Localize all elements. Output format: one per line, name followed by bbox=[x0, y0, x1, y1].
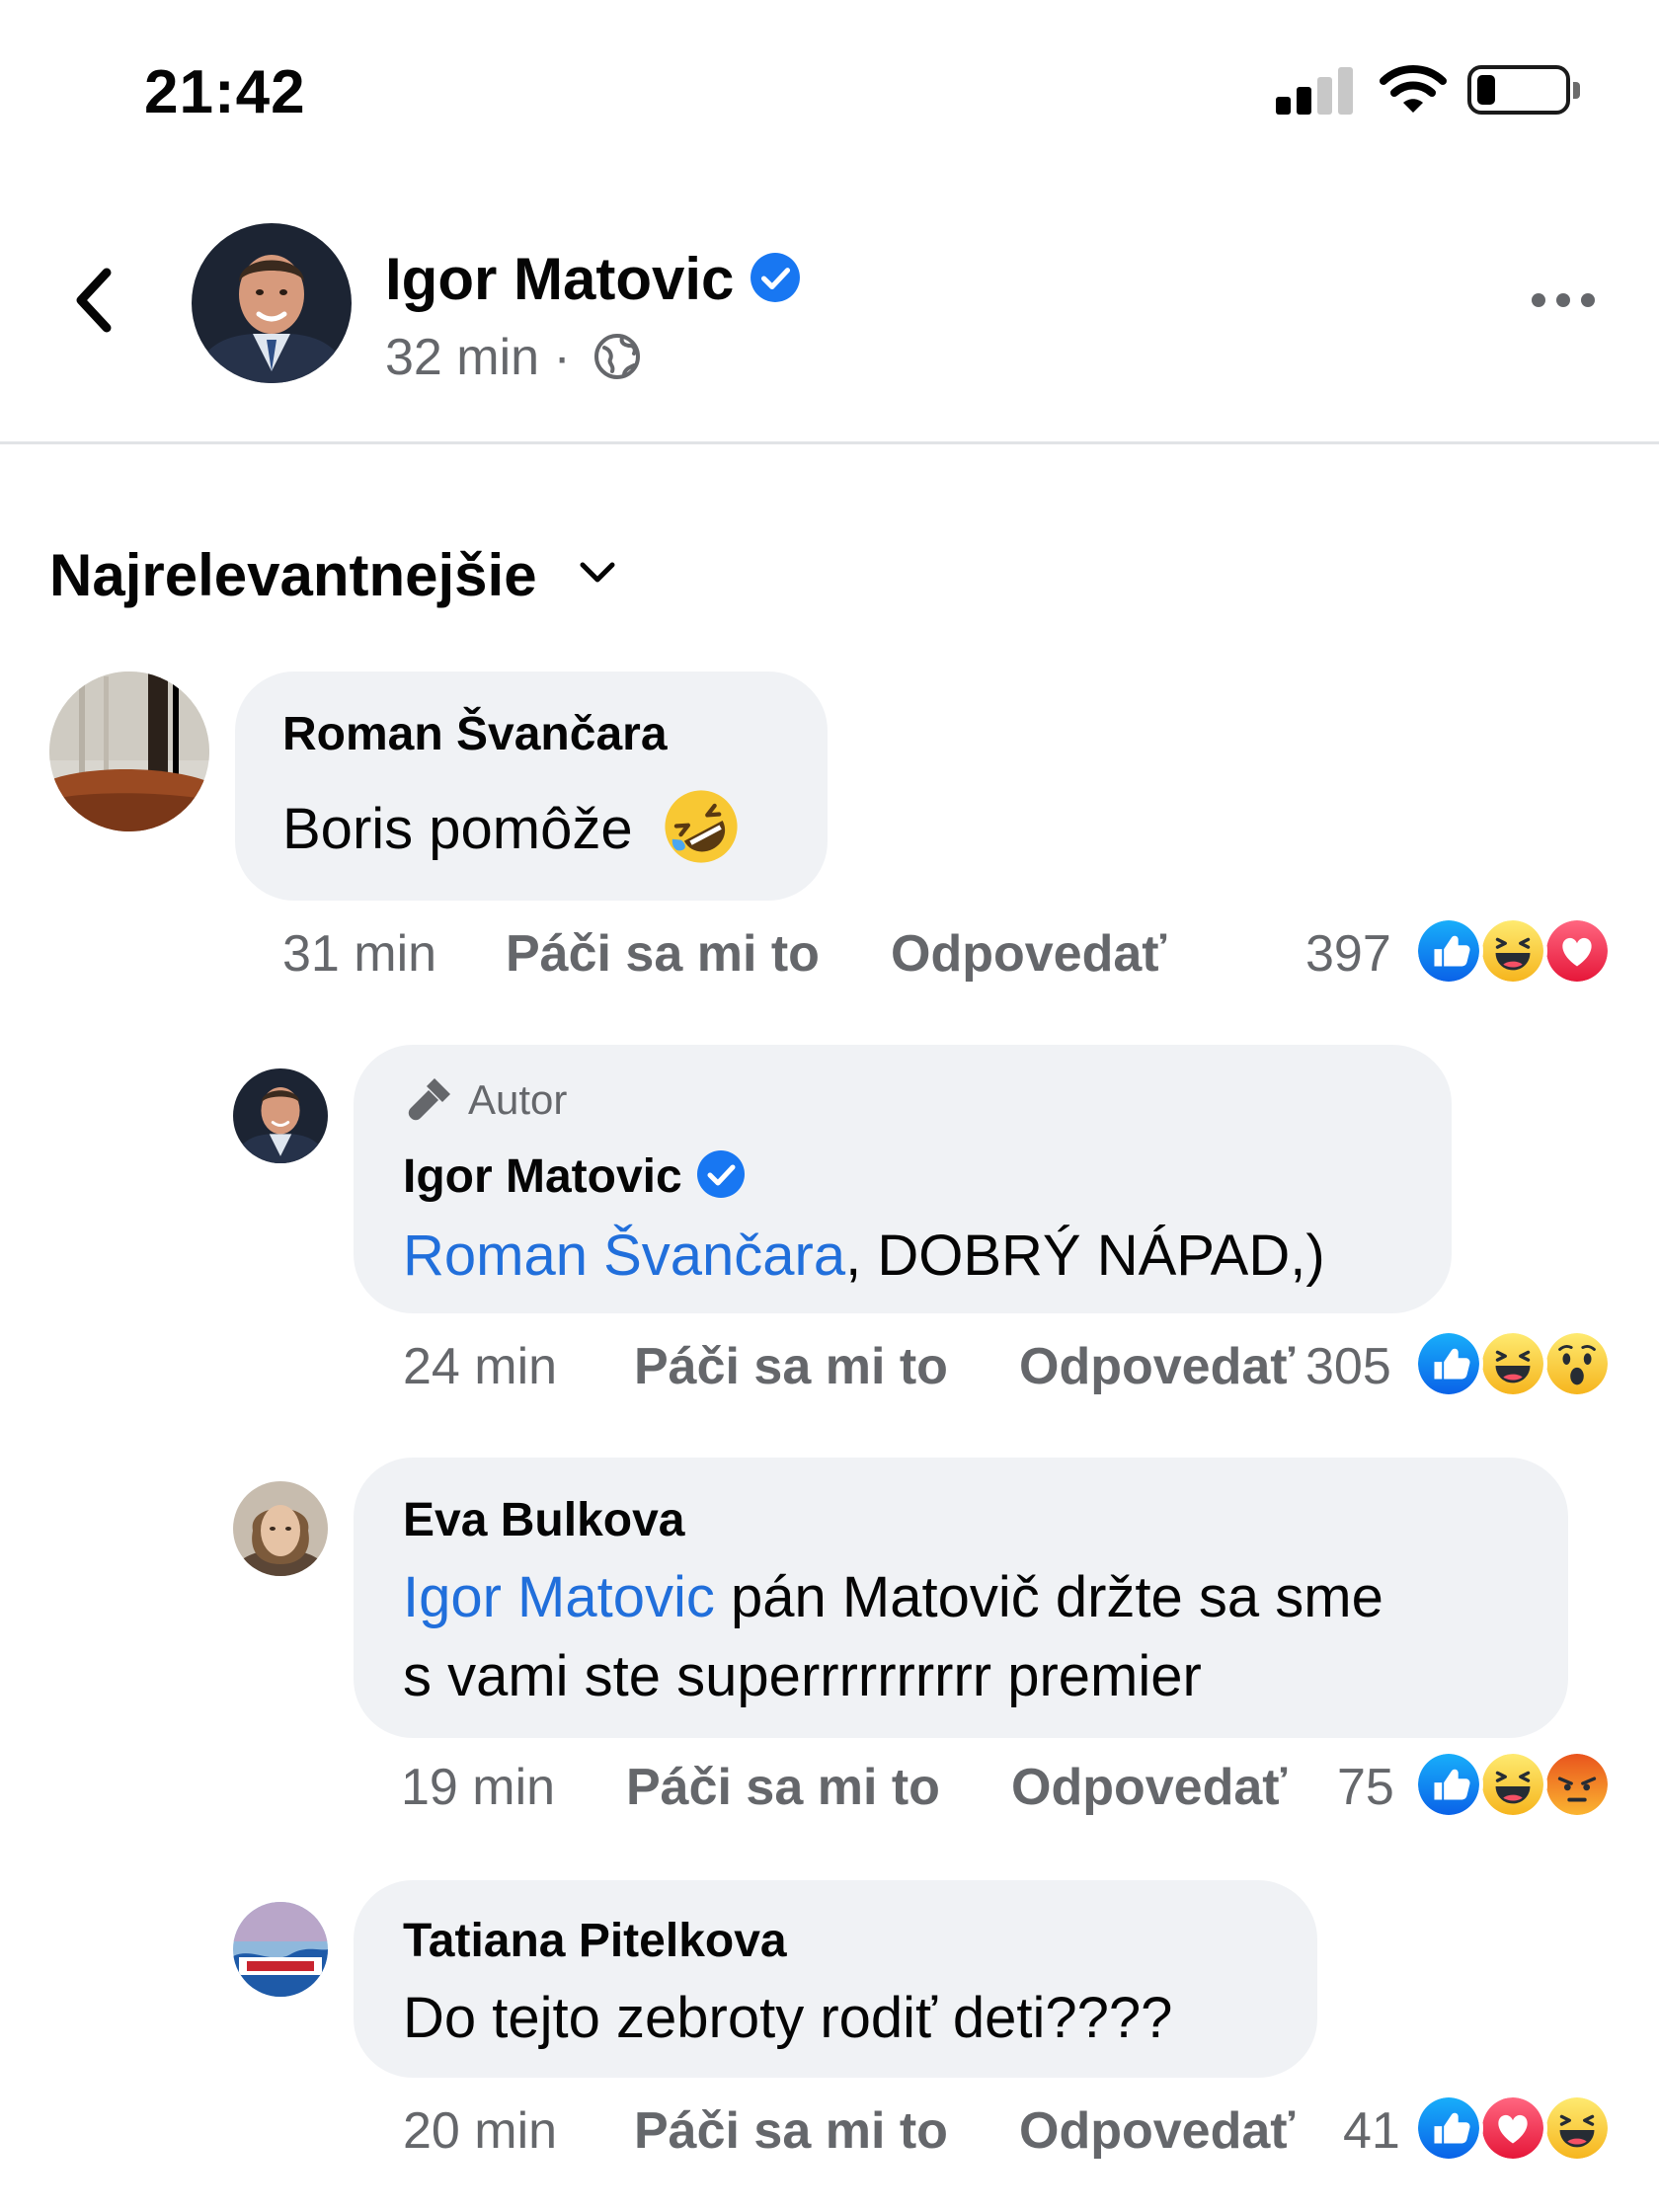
comment-author[interactable]: Roman Švančara bbox=[282, 707, 668, 761]
post-time[interactable]: 32 min bbox=[385, 329, 539, 386]
author-badge: Autor bbox=[405, 1076, 567, 1124]
love-reaction-icon bbox=[1478, 2094, 1547, 2163]
comment-text: Boris pomôže bbox=[282, 790, 740, 869]
separator: · bbox=[553, 329, 571, 386]
like-reaction-icon bbox=[1414, 1329, 1483, 1398]
reaction-count[interactable]: 305 bbox=[1305, 1337, 1391, 1396]
comment-author[interactable]: Eva Bulkova bbox=[403, 1493, 684, 1547]
reply-button[interactable]: Odpovedať bbox=[1019, 1337, 1295, 1396]
avatar-tatiana[interactable] bbox=[233, 1902, 328, 1997]
comment-time[interactable]: 19 min bbox=[401, 1758, 555, 1817]
like-button[interactable]: Páči sa mi to bbox=[626, 1758, 940, 1817]
chevron-down-icon bbox=[580, 562, 615, 583]
sort-dropdown[interactable]: Najrelevantnejšie bbox=[49, 541, 616, 609]
like-reaction-icon bbox=[1414, 1750, 1483, 1819]
like-button[interactable]: Páči sa mi to bbox=[634, 1337, 948, 1396]
more-options-icon[interactable] bbox=[1529, 288, 1598, 312]
comment-text-line: Igor Matovic pán Matovič držte sa sme bbox=[403, 1565, 1383, 1629]
status-time: 21:42 bbox=[144, 58, 306, 126]
like-button[interactable]: Páči sa mi to bbox=[634, 2101, 948, 2161]
reactions[interactable] bbox=[1414, 1750, 1612, 1819]
rolling-on-floor-laughing-icon bbox=[665, 790, 738, 863]
avatar-eva[interactable] bbox=[233, 1481, 328, 1576]
mention-link[interactable]: Igor Matovic bbox=[403, 1565, 715, 1629]
avatar-igor[interactable] bbox=[233, 1068, 328, 1163]
reply-button[interactable]: Odpovedať bbox=[891, 924, 1166, 984]
comment-text: Roman Švančara, DOBRÝ NÁPAD,) bbox=[403, 1224, 1325, 1288]
reactions[interactable] bbox=[1414, 916, 1612, 986]
microphone-icon bbox=[408, 1077, 450, 1121]
haha-reaction-icon bbox=[1542, 2094, 1612, 2163]
reaction-count[interactable]: 397 bbox=[1305, 924, 1391, 984]
reply-button[interactable]: Odpovedať bbox=[1011, 1758, 1287, 1817]
like-reaction-icon bbox=[1414, 916, 1483, 986]
like-reaction-icon bbox=[1414, 2094, 1483, 2163]
verified-icon bbox=[750, 252, 801, 303]
signal-icon bbox=[1276, 65, 1355, 115]
reactions[interactable] bbox=[1414, 2094, 1612, 2163]
haha-reaction-icon bbox=[1478, 1750, 1547, 1819]
comment-time[interactable]: 31 min bbox=[282, 924, 436, 984]
love-reaction-icon bbox=[1542, 916, 1612, 986]
comment-author[interactable]: Igor Matovic bbox=[403, 1149, 746, 1204]
verified-icon bbox=[696, 1149, 746, 1199]
reactions[interactable] bbox=[1414, 1329, 1612, 1398]
post-header: Igor Matovic 32 min · bbox=[0, 148, 1659, 444]
comment-time[interactable]: 24 min bbox=[403, 1337, 557, 1396]
haha-reaction-icon bbox=[1478, 916, 1547, 986]
comment-time[interactable]: 20 min bbox=[403, 2101, 557, 2161]
comment-author[interactable]: Tatiana Pitelkova bbox=[403, 1914, 787, 1968]
author-avatar[interactable] bbox=[192, 223, 352, 383]
avatar-roman[interactable] bbox=[49, 672, 209, 831]
back-icon[interactable] bbox=[69, 265, 118, 336]
mention-link[interactable]: Roman Švančara bbox=[403, 1224, 845, 1288]
haha-reaction-icon bbox=[1478, 1329, 1547, 1398]
battery-icon bbox=[1467, 65, 1580, 115]
comment-text: Do tejto zebroty rodiť deti???? bbox=[403, 1986, 1173, 2050]
status-bar: 21:42 bbox=[0, 0, 1659, 148]
post-meta: 32 min · bbox=[385, 328, 642, 387]
wow-reaction-icon bbox=[1542, 1329, 1612, 1398]
author-name[interactable]: Igor Matovic bbox=[385, 245, 801, 313]
sort-label: Najrelevantnejšie bbox=[49, 542, 537, 608]
comment-text-line: s vami ste superrrrrrrrrr premier bbox=[403, 1644, 1202, 1708]
reaction-count[interactable]: 75 bbox=[1337, 1758, 1394, 1817]
globe-icon bbox=[594, 334, 641, 380]
wifi-icon bbox=[1380, 65, 1447, 113]
angry-reaction-icon bbox=[1542, 1750, 1612, 1819]
like-button[interactable]: Páči sa mi to bbox=[506, 924, 820, 984]
reply-button[interactable]: Odpovedať bbox=[1019, 2101, 1295, 2161]
reaction-count[interactable]: 41 bbox=[1343, 2101, 1400, 2161]
